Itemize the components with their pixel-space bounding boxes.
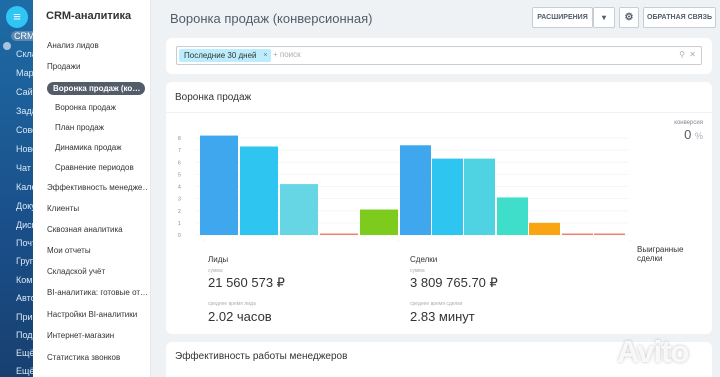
sidebar-title: CRM-аналитика — [46, 10, 132, 22]
main-nav-rail: ≡ CRM Скла Марк Сайт Зада Сове Новс Чат и Кале До… — [0, 0, 33, 377]
sidebar-item-1[interactable]: Продажи — [47, 62, 147, 71]
extensions-dropdown-button[interactable]: ▾ — [593, 7, 615, 28]
rail-dot-icon — [3, 42, 11, 50]
filter-search-field[interactable]: Последние 30 дней × + поиск ⚲ ✕ — [176, 46, 702, 65]
chip-close-icon[interactable]: × — [263, 49, 267, 62]
funnel-bar[interactable] — [240, 146, 278, 235]
chevron-down-icon: ▾ — [601, 13, 606, 22]
funnel-bar[interactable] — [529, 222, 560, 235]
rail-item-7[interactable]: Чат и — [16, 163, 33, 173]
settings-button[interactable]: ⚙ — [619, 7, 639, 28]
y-tick-label: 0 — [178, 233, 181, 239]
y-tick-label: 5 — [178, 172, 181, 178]
leads-time-label: среднее время лида — [208, 301, 256, 307]
watermark-text: Avito — [617, 334, 689, 369]
period-filter-chip[interactable]: Последние 30 дней × — [179, 49, 271, 62]
gear-icon: ⚙ — [624, 12, 634, 23]
y-tick-label: 3 — [178, 197, 181, 203]
y-tick-label: 8 — [178, 136, 181, 142]
sidebar-item-12[interactable]: BI-аналитика: готовые от… — [47, 288, 147, 297]
section-sidebar: CRM-аналитика Анализ лидов Продажи Воронка… — [33, 0, 151, 377]
page-title: Воронка продаж (конверсионная) — [170, 11, 373, 26]
rail-item-2[interactable]: Марк — [16, 68, 33, 78]
feedback-button[interactable]: ОБРАТНАЯ СВЯЗЬ — [643, 7, 716, 28]
rail-item-0[interactable]: CRM — [11, 31, 33, 41]
funnel-card: Воронка продаж конверсия 0 % 876543210 Л… — [166, 82, 712, 334]
funnel-bar[interactable] — [497, 197, 528, 235]
rail-item-1[interactable]: Скла — [16, 49, 33, 59]
rail-item-4[interactable]: Зада — [16, 106, 33, 116]
sidebar-item-0[interactable]: Анализ лидов — [47, 41, 147, 50]
efficiency-card-title: Эффективность работы менеджеров — [175, 351, 348, 362]
search-input[interactable]: + поиск — [273, 50, 301, 59]
sidebar-item-6[interactable]: Сравнение периодов — [55, 163, 155, 172]
y-tick-label: 2 — [178, 209, 181, 215]
leads-sum: 21 560 573 ₽ — [208, 275, 285, 290]
rail-item-18[interactable]: Ещё — [16, 366, 33, 376]
funnel-bar[interactable] — [400, 145, 431, 235]
sidebar-item-15[interactable]: Статистика звонков — [47, 353, 147, 362]
y-tick-label: 4 — [178, 185, 181, 191]
page: ≡ CRM Скла Марк Сайт Зада Сове Новс Чат и Кале До… — [0, 0, 720, 377]
chip-label: Последние 30 дней — [184, 51, 257, 60]
rail-item-13[interactable]: Комп — [16, 275, 33, 285]
rail-item-15[interactable]: При — [16, 312, 33, 322]
rail-item-6[interactable]: Новс — [16, 144, 33, 154]
y-tick-label: 1 — [178, 221, 181, 227]
sidebar-item-8[interactable]: Клиенты — [47, 204, 147, 213]
rail-item-9[interactable]: Доку — [16, 201, 33, 211]
rail-item-12[interactable]: Груп — [16, 256, 33, 266]
leads-title: Лиды — [208, 255, 229, 264]
deals-time: 2.83 минут — [410, 309, 475, 324]
deals-title: Сделки — [410, 255, 438, 264]
funnel-bar[interactable] — [432, 158, 463, 235]
menu-toggle-icon[interactable]: ≡ — [6, 6, 28, 28]
rail-item-14[interactable]: Авто — [16, 293, 33, 303]
deals-time-label: среднее время сделки — [410, 301, 463, 307]
funnel-bar[interactable] — [594, 233, 625, 236]
rail-item-3[interactable]: Сайт — [16, 87, 33, 97]
rail-item-8[interactable]: Кале — [16, 182, 33, 192]
extensions-button[interactable]: РАСШИРЕНИЯ — [532, 7, 593, 28]
rail-item-5[interactable]: Сове — [16, 125, 33, 135]
sidebar-item-10[interactable]: Мои отчеты — [47, 246, 147, 255]
funnel-bar[interactable] — [464, 158, 495, 235]
funnel-bar[interactable] — [320, 233, 358, 236]
rail-item-17[interactable]: Ещё — [16, 348, 33, 358]
rail-item-16[interactable]: Под — [16, 330, 33, 340]
clear-filter-icon[interactable]: ✕ — [689, 50, 696, 59]
deals-sum: 3 809 765.70 ₽ — [410, 275, 498, 290]
rail-item-11[interactable]: Почт — [16, 238, 33, 248]
sidebar-item-5[interactable]: Динамика продаж — [55, 143, 155, 152]
deals-sum-label: сумма — [410, 268, 425, 274]
watermark-logo-icon — [592, 342, 614, 364]
sidebar-item-13[interactable]: Настройки BI-аналитики — [47, 310, 147, 319]
y-tick-label: 7 — [178, 148, 181, 154]
sidebar-item-4[interactable]: План продаж — [55, 123, 155, 132]
y-tick-label: 6 — [178, 160, 181, 166]
won-deals-label: Выигранные сделки — [637, 245, 684, 263]
funnel-bar[interactable] — [360, 209, 398, 235]
sidebar-item-3[interactable]: Воронка продаж — [55, 103, 155, 112]
sidebar-item-9[interactable]: Сквозная аналитика — [47, 225, 147, 234]
rail-item-10[interactable]: Диск — [16, 220, 33, 230]
sidebar-item-7[interactable]: Эффективность менедже… — [47, 183, 147, 192]
search-icon[interactable]: ⚲ — [679, 50, 685, 59]
avito-watermark: Avito — [592, 334, 689, 370]
funnel-bar[interactable] — [562, 233, 593, 236]
sidebar-item-2[interactable]: Воронка продаж (кон… — [47, 82, 145, 95]
leads-time: 2.02 часов — [208, 309, 272, 324]
sidebar-item-11[interactable]: Складской учёт — [47, 267, 147, 276]
funnel-bar[interactable] — [280, 184, 318, 235]
funnel-chart: 8 7 6 5 4 3 2 1 0 — [178, 135, 631, 242]
funnel-bar[interactable] — [200, 135, 238, 235]
sidebar-item-14[interactable]: Интернет-магазин — [47, 331, 147, 340]
leads-sum-label: сумма — [208, 268, 223, 274]
filter-panel: Последние 30 дней × + поиск ⚲ ✕ — [166, 38, 712, 74]
